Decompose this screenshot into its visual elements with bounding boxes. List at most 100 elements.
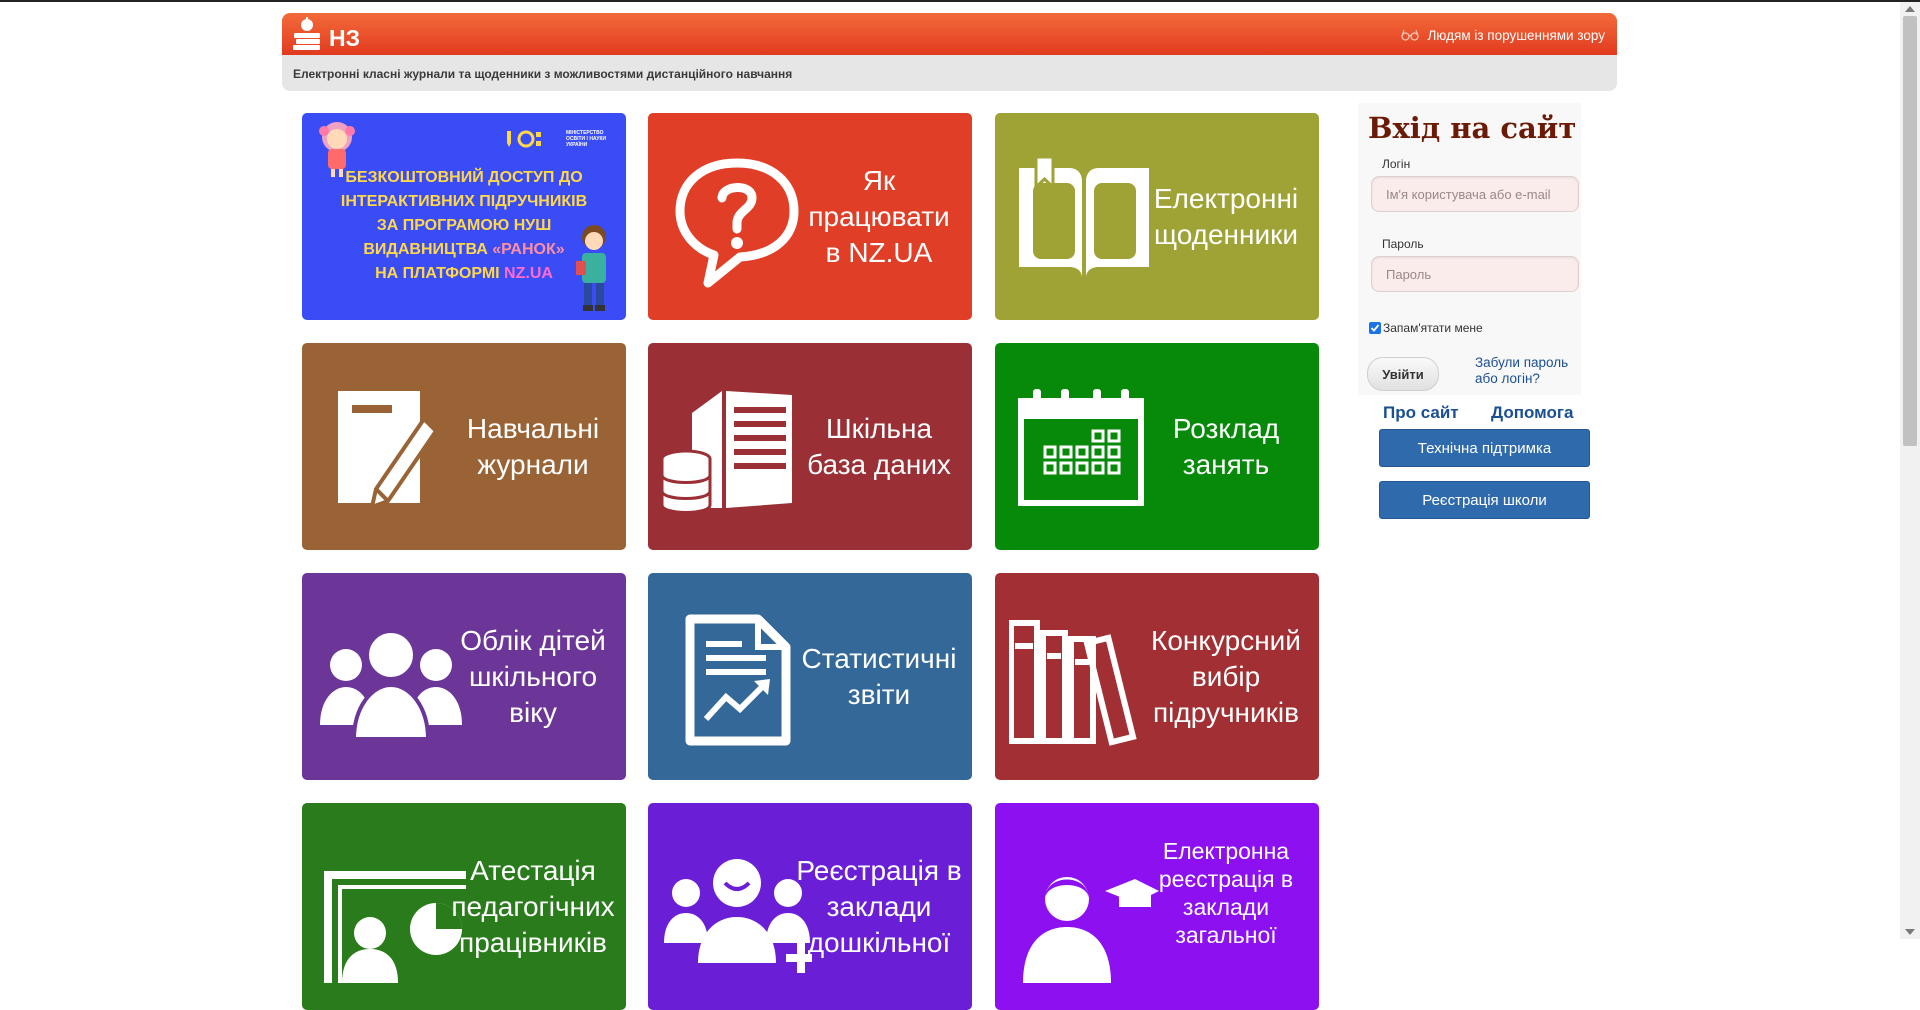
tile-label-line: журнали [477, 448, 589, 480]
remember-label: Запам'ятати мене [1383, 321, 1483, 335]
promo-platform: NZ.UA [504, 265, 553, 282]
tile-label-line: Реєстрація в [796, 854, 962, 886]
tile-label-line: вибір [1191, 660, 1261, 692]
help-link[interactable]: Допомога [1491, 403, 1573, 423]
low-vision-label: Людям із порушеннями зору [1427, 27, 1605, 43]
tile-children-accounting[interactable]: Облік дітей шкільного віку [302, 573, 626, 780]
tile-teacher-attestation[interactable]: Атестація педагогічних працівників [302, 803, 626, 1010]
tile-label-line: щоденники [1153, 218, 1299, 250]
tile-schedule-label: Розклад занять [1141, 343, 1311, 550]
password-input[interactable] [1371, 256, 1579, 292]
login-panel: Вхід на сайт Логін Пароль Запам'ятати ме… [1358, 103, 1581, 395]
tile-electronic-diaries[interactable]: Електронні щоденники [995, 113, 1319, 320]
tile-school-registration[interactable]: Електронна реєстрація в заклади загально… [995, 803, 1319, 1010]
tile-statistical-reports[interactable]: Статистичні звіти [648, 573, 972, 780]
promo-line-1: БЕЗКОШТОВНИЙ ДОСТУП ДО [345, 169, 583, 186]
ministry-logo: МІНІСТЕРСТВО ОСВІТИ І НАУКИ УКРАЇНИ [502, 128, 610, 150]
window-top-border [0, 0, 1920, 2]
remember-checkbox[interactable] [1369, 322, 1381, 334]
tile-school-database-label: Шкільна база даних [794, 343, 964, 550]
login-input[interactable] [1371, 176, 1579, 212]
scrollbar-thumb[interactable] [1903, 16, 1917, 446]
about-link[interactable]: Про сайт [1383, 403, 1459, 423]
tile-label-line: віку [509, 696, 557, 728]
promo-banner[interactable]: МІНІСТЕРСТВО ОСВІТИ І НАУКИ УКРАЇНИ БЕЗК… [302, 113, 626, 320]
report-chart-icon [685, 614, 791, 746]
tile-preschool-registration-label: Реєстрація в заклади дошкільної [794, 803, 964, 1010]
login-label: Логін [1382, 157, 1411, 171]
tile-school-registration-label: Електронна реєстрація в заклади загально… [1141, 803, 1311, 1010]
tile-class-journals[interactable]: Навчальні журнали [302, 343, 626, 550]
tech-support-button[interactable]: Технічна підтримка [1379, 429, 1590, 467]
checkmark-icon [1370, 324, 1380, 332]
tile-electronic-diaries-label: Електронні щоденники [1141, 113, 1311, 320]
tile-label-line: Атестація [470, 854, 596, 886]
tile-how-to-work[interactable]: Як працювати в NZ.UA [648, 113, 972, 320]
tile-textbook-selection[interactable]: Конкурсний вибір підручників [995, 573, 1319, 780]
graduate-icon [1023, 877, 1159, 983]
forgot-password-link[interactable]: Забули пароль або логін? [1475, 355, 1575, 387]
scroll-down-icon[interactable] [1905, 929, 1915, 935]
tile-label-line: Розклад [1172, 412, 1280, 444]
tile-label-line: дошкільної [807, 926, 951, 958]
boy-illustration-icon [576, 225, 606, 311]
tile-label-line: працювати [808, 200, 950, 232]
girl-illustration-icon [319, 122, 355, 177]
question-bubble-icon [675, 158, 799, 288]
tile-label-line: база даних [807, 448, 951, 480]
tile-label-line: Електронна [1162, 838, 1290, 864]
scroll-up-icon[interactable] [1905, 6, 1915, 12]
subtitle-bar: Електронні класні журнали та щоденники з… [282, 55, 1617, 91]
tile-children-accounting-label: Облік дітей шкільного віку [448, 573, 618, 780]
promo-line-5-text: НА ПЛАТФОРМІ [375, 265, 505, 282]
tile-label-line: звіти [847, 678, 911, 710]
tile-label-line: працівників [459, 926, 607, 958]
tile-label-line: Шкільна [825, 412, 933, 444]
tile-preschool-registration[interactable]: Реєстрація в заклади дошкільної [648, 803, 972, 1010]
tile-label-line: Конкурсний [1151, 624, 1301, 656]
promo-publisher: «РАНОК» [492, 241, 565, 258]
tile-school-database[interactable]: Шкільна база даних [648, 343, 972, 550]
low-vision-link[interactable]: Людям із порушеннями зору [1401, 26, 1605, 44]
tile-label-line: реєстрація в [1158, 866, 1294, 892]
tile-label-line: шкільного [468, 660, 598, 692]
tile-label-line: загальної [1175, 922, 1277, 948]
tile-label-line: педагогічних [451, 890, 615, 922]
login-title: Вхід на сайт [1368, 111, 1577, 145]
login-button[interactable]: Увійти [1367, 357, 1439, 391]
password-label: Пароль [1382, 237, 1424, 251]
glasses-icon [1401, 29, 1420, 41]
ministry-emblem-icon [507, 130, 541, 148]
ministry-name: МІНІСТЕРСТВО ОСВІТИ І НАУКИ УКРАЇНИ [566, 130, 607, 148]
tile-label-line: заклади [826, 890, 932, 922]
remember-me[interactable]: Запам'ятати мене [1369, 321, 1483, 335]
tile-teacher-attestation-label: Атестація педагогічних працівників [448, 803, 618, 1010]
tile-label-line: в NZ.UA [825, 236, 933, 268]
tile-schedule[interactable]: Розклад занять [995, 343, 1319, 550]
logo-books-apple-icon [293, 17, 320, 50]
database-building-icon [662, 391, 792, 514]
calendar-icon [1018, 389, 1144, 506]
kids-group-icon [664, 859, 812, 973]
tile-textbook-selection-label: Конкурсний вибір підручників [1141, 573, 1311, 780]
tile-how-to-work-label: Як працювати в NZ.UA [794, 113, 964, 320]
tile-statistical-reports-label: Статистичні звіти [794, 573, 964, 780]
promo-line-2: ІНТЕРАКТИВНИХ ПІДРУЧНИКІВ [340, 193, 588, 210]
tile-label-line: Навчальні [466, 412, 600, 444]
tile-label-line: заклади [1182, 894, 1270, 920]
tile-label-line: підручників [1152, 696, 1299, 728]
tile-label-line: Статистичні [801, 642, 957, 674]
tile-label-line: занять [1182, 448, 1270, 480]
tile-label-line: Електронні [1153, 182, 1299, 214]
page-scrollbar[interactable] [1900, 2, 1920, 939]
people-group-icon [320, 629, 462, 741]
register-school-button[interactable]: Реєстрація школи [1379, 481, 1590, 519]
site-logo[interactable]: НЗ [292, 17, 362, 51]
site-subtitle: Електронні класні журнали та щоденники з… [293, 67, 793, 81]
promo-line-4-text: ВИДАВНИЦТВА [363, 241, 493, 258]
books-icon [1009, 620, 1137, 746]
tile-label-line: Облік дітей [460, 624, 606, 656]
open-book-icon [1019, 155, 1149, 278]
teacher-board-icon [324, 871, 466, 983]
tile-label-line: Як [862, 164, 896, 196]
